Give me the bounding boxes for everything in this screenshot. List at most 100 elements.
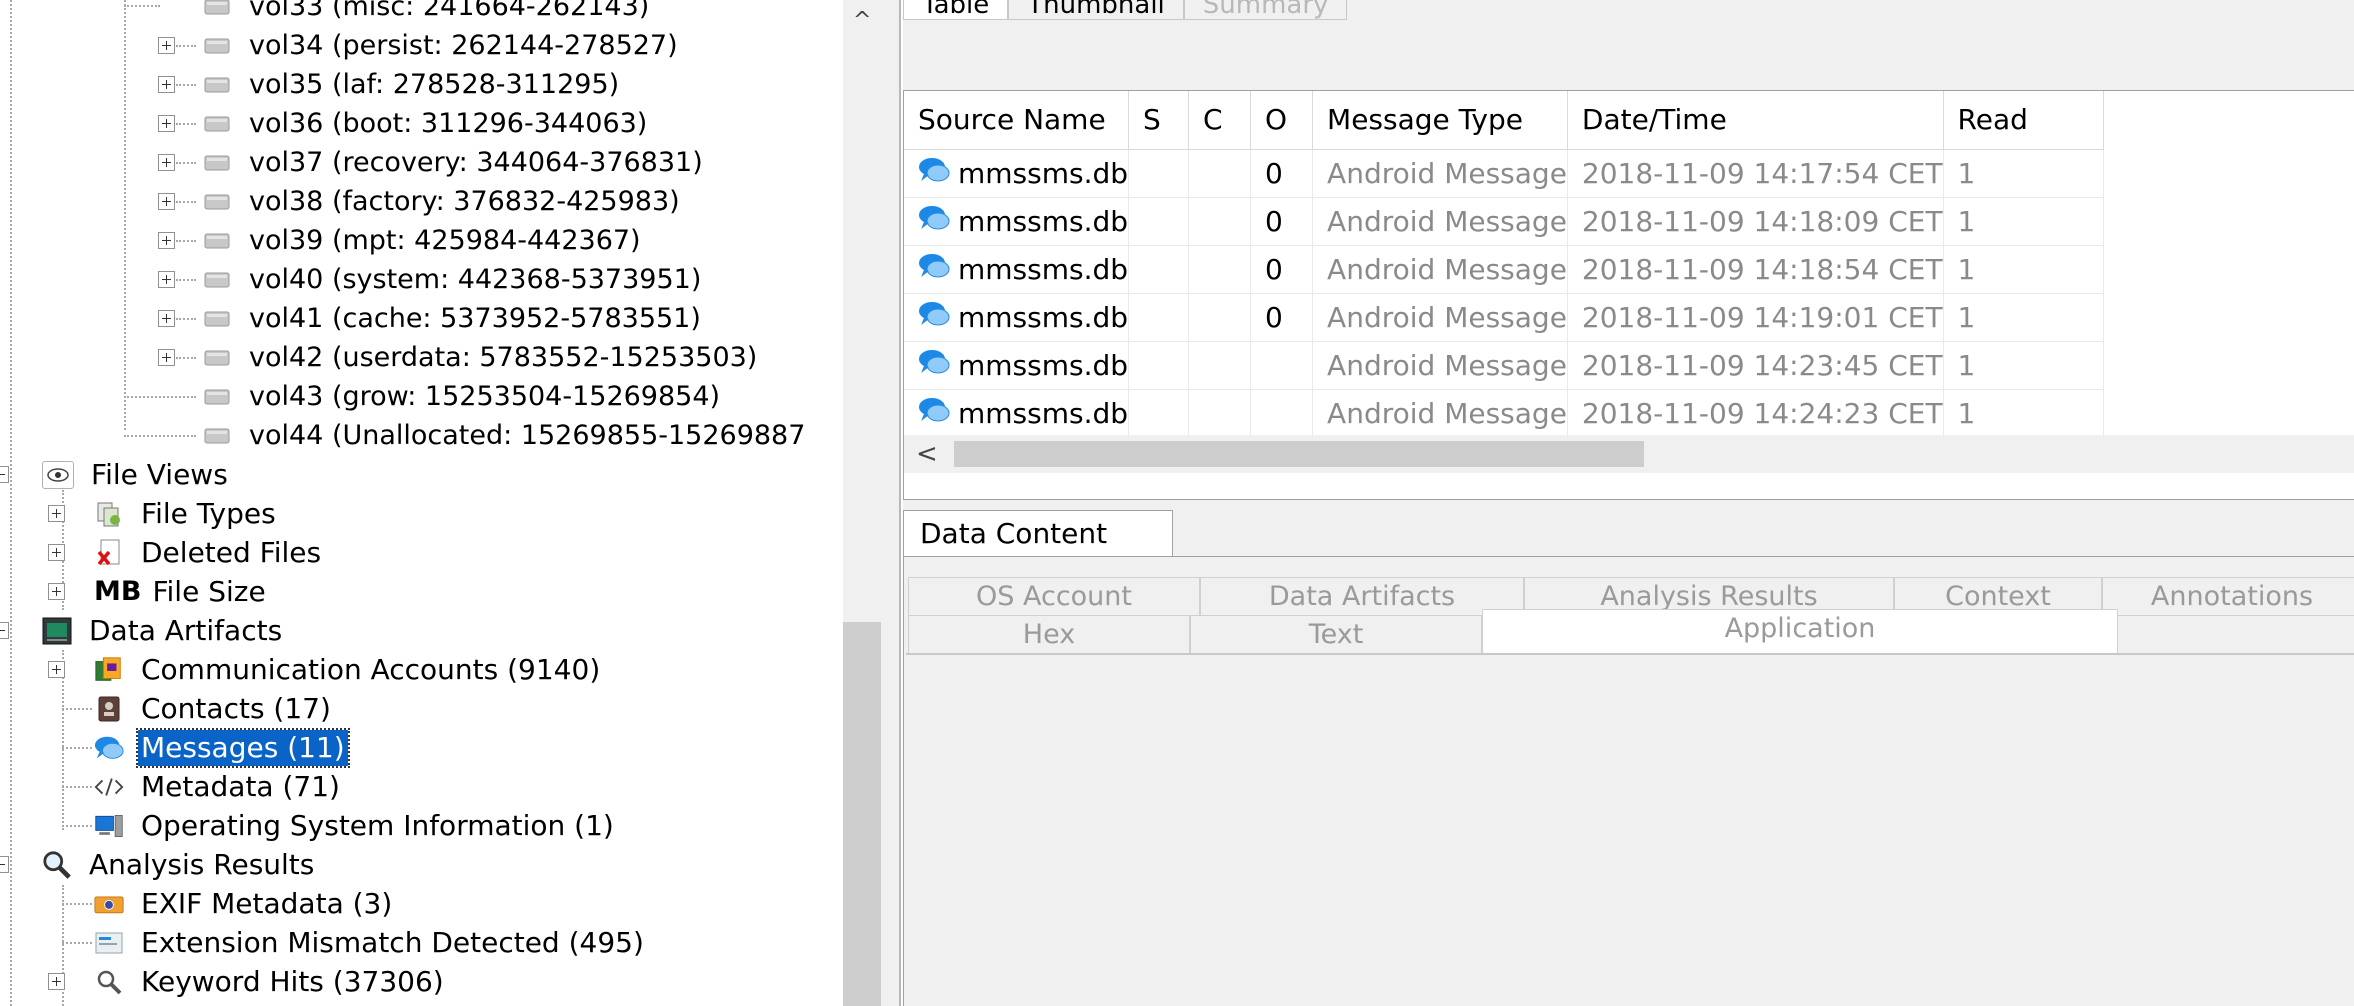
cell-message-type: Android Message: [1312, 197, 1568, 246]
message-bubble-icon: [94, 733, 124, 763]
column-header-o[interactable]: O: [1250, 91, 1314, 150]
expand-icon[interactable]: [158, 193, 175, 210]
tab-annotations[interactable]: Annotations: [2102, 577, 2354, 617]
expand-icon[interactable]: [158, 232, 175, 249]
expand-icon[interactable]: [158, 37, 175, 54]
column-header-c[interactable]: C: [1188, 91, 1252, 150]
panel-splitter[interactable]: [881, 0, 901, 1006]
expand-icon[interactable]: [48, 505, 65, 522]
tab-hex[interactable]: Hex: [908, 615, 1190, 655]
expand-icon[interactable]: [48, 973, 65, 990]
scrollbar-thumb[interactable]: [843, 622, 881, 1006]
tree-scrollbar[interactable]: ^: [843, 0, 881, 1006]
expand-icon[interactable]: [158, 271, 175, 288]
expand-icon[interactable]: [158, 115, 175, 132]
cell-source-name: mmssms.db: [904, 245, 1130, 294]
tree-item-extension-mismatch[interactable]: Extension Mismatch Detected (495): [40, 923, 647, 962]
application-content-viewer: [906, 653, 2354, 1006]
volume-icon: [202, 343, 232, 373]
tree-item-file-views[interactable]: File Views: [0, 455, 231, 494]
table-row[interactable]: mmssms.db Android Message 2018-11-09 14:23…: [904, 341, 2104, 390]
tree-item-vol33[interactable]: vol33 (misc: 241664-262143): [124, 0, 652, 26]
cell-source-name: mmssms.db: [904, 293, 1130, 342]
tree-item-file-size[interactable]: MB File Size: [40, 572, 269, 611]
collapse-icon[interactable]: [0, 856, 9, 873]
tab-data-artifacts[interactable]: Data Artifacts: [1200, 577, 1524, 617]
tree-item-vol41[interactable]: vol41 (cache: 5373952-5783551): [124, 299, 704, 338]
expand-icon[interactable]: [158, 310, 175, 327]
column-header-s[interactable]: S: [1128, 91, 1190, 150]
tree-item-vol43[interactable]: vol43 (grow: 15253504-15269854): [124, 377, 723, 416]
tree-item-exif-metadata[interactable]: EXIF Metadata (3): [40, 884, 395, 923]
cell-read: 1: [1943, 149, 2104, 198]
file-size-icon: MB: [94, 576, 142, 607]
table-row[interactable]: mmssms.db 0 Android Message 2018-11-09 14:1…: [904, 149, 2104, 198]
data-content-title-tab[interactable]: Data Content: [903, 510, 1173, 558]
tree-item-label: vol35 (laf: 278528-311295): [249, 68, 620, 100]
column-header-message-type[interactable]: Message Type: [1312, 91, 1568, 150]
cell-o: [1250, 389, 1314, 438]
tree-item-messages[interactable]: Messages (11): [40, 727, 350, 768]
tree-item-vol40[interactable]: vol40 (system: 442368-5373951): [124, 260, 704, 299]
expand-icon[interactable]: [48, 544, 65, 561]
cell-source-name: mmssms.db: [904, 149, 1130, 198]
tree-item-vol34[interactable]: vol34 (persist: 262144-278527): [124, 26, 681, 65]
tree-item-vol44[interactable]: vol44 (Unallocated: 15269855-15269887: [124, 416, 808, 455]
tree-item-label: File Views: [91, 457, 228, 491]
collapse-icon[interactable]: [0, 622, 9, 639]
cell-c: [1188, 389, 1252, 438]
tab-thumbnail[interactable]: Thumbnail: [1008, 0, 1184, 20]
tab-application[interactable]: Application: [1482, 609, 2118, 655]
mismatch-file-icon: [94, 928, 124, 958]
expand-icon[interactable]: [158, 76, 175, 93]
code-tag-icon: [94, 772, 124, 802]
table-row[interactable]: mmssms.db 0 Android Message 2018-11-09 14:1…: [904, 197, 2104, 246]
expand-icon[interactable]: [158, 154, 175, 171]
tree-item-analysis-results[interactable]: Analysis Results: [0, 845, 317, 884]
computer-icon: [94, 811, 124, 841]
tree-item-label: EXIF Metadata (3): [141, 886, 393, 920]
table-row[interactable]: mmssms.db 0 Android Message 2018-11-09 14:1…: [904, 245, 2104, 294]
tree-item-keyword-hits[interactable]: Keyword Hits (37306): [40, 962, 447, 1001]
tree-connector: [176, 357, 196, 359]
expand-icon[interactable]: [48, 661, 65, 678]
tree-connector: [124, 396, 196, 398]
tree-item-os-information[interactable]: Operating System Information (1): [40, 806, 617, 845]
column-header-source-name[interactable]: Source Name: [904, 91, 1130, 150]
table-row[interactable]: mmssms.db 0 Android Message 2018-11-09 14:1…: [904, 293, 2104, 342]
tab-os-account[interactable]: OS Account: [908, 577, 1200, 617]
tree-item-label: vol42 (userdata: 5783552-15253503): [249, 341, 758, 373]
tree-item-vol36[interactable]: vol36 (boot: 311296-344063): [124, 104, 650, 143]
scroll-up-icon[interactable]: ^: [853, 8, 871, 33]
collapse-icon[interactable]: [0, 466, 9, 483]
column-header-date-time[interactable]: Date/Time: [1567, 91, 1944, 150]
file-types-icon: [94, 499, 124, 529]
tree-item-metadata[interactable]: Metadata (71): [40, 767, 343, 806]
tree-item-partial: [40, 1001, 138, 1006]
table-row[interactable]: mmssms.db Android Message 2018-11-09 14:24…: [904, 389, 2104, 438]
tree-item-file-types[interactable]: File Types: [40, 494, 279, 533]
tree-item-deleted-files[interactable]: Deleted Files: [40, 533, 324, 572]
column-header-read[interactable]: Read: [1943, 91, 2104, 150]
source-name-text: mmssms.db: [958, 252, 1129, 286]
tree-connector: [176, 279, 196, 281]
horizontal-scrollbar[interactable]: <: [904, 435, 2354, 473]
directory-tree[interactable]: vol33 (misc: 241664-262143) vol34 (persi…: [0, 0, 840, 1006]
tree-item-vol42[interactable]: vol42 (userdata: 5783552-15253503): [124, 338, 760, 377]
tab-table[interactable]: Table: [903, 0, 1009, 20]
tab-summary[interactable]: Summary: [1183, 0, 1348, 20]
tree-item-communication-accounts[interactable]: Communication Accounts (9140): [40, 650, 603, 689]
scroll-left-icon[interactable]: <: [916, 439, 938, 469]
tree-item-vol35[interactable]: vol35 (laf: 278528-311295): [124, 65, 622, 104]
scrollbar-thumb[interactable]: [954, 441, 1644, 467]
cell-source-name: mmssms.db: [904, 389, 1130, 438]
tree-item-contacts[interactable]: Contacts (17): [40, 689, 334, 728]
tree-item-vol37[interactable]: vol37 (recovery: 344064-376831): [124, 143, 706, 182]
tree-item-vol39[interactable]: vol39 (mpt: 425984-442367): [124, 221, 644, 260]
tab-text[interactable]: Text: [1190, 615, 1482, 655]
tree-item-vol38[interactable]: vol38 (factory: 376832-425983): [124, 182, 683, 221]
tree-item-data-artifacts[interactable]: Data Artifacts: [0, 611, 285, 650]
tab-row-filler: [2118, 615, 2354, 655]
expand-icon[interactable]: [48, 583, 65, 600]
expand-icon[interactable]: [158, 349, 175, 366]
